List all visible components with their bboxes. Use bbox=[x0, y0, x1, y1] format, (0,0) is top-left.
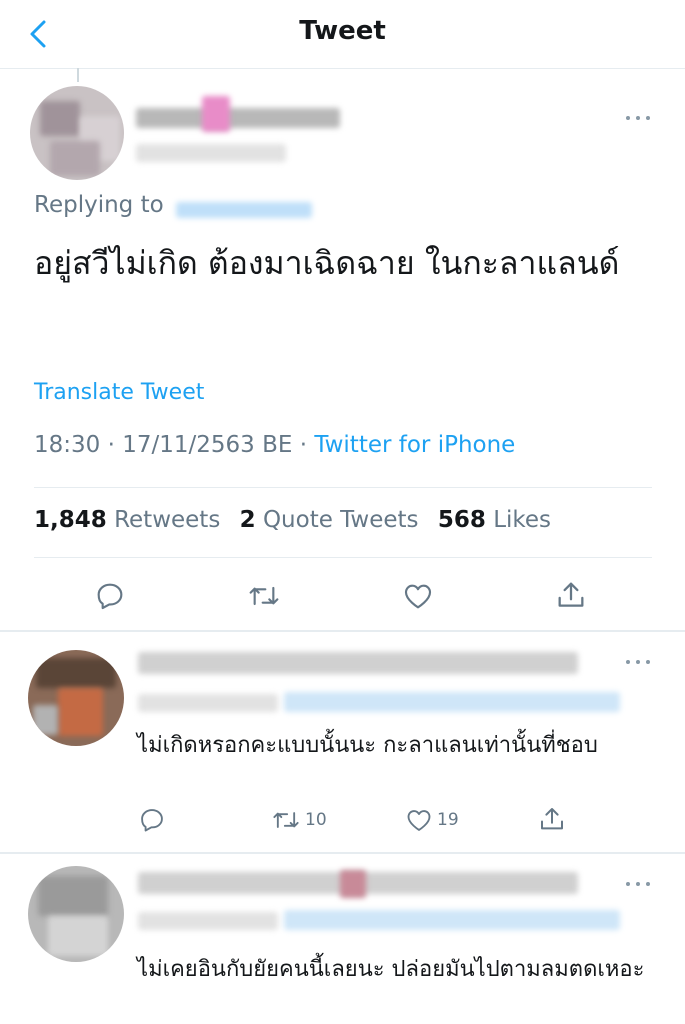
thread-connector bbox=[77, 68, 79, 82]
tweet-source-link[interactable]: Twitter for iPhone bbox=[314, 432, 515, 458]
likes-stat[interactable]: 568 Likes bbox=[438, 507, 551, 533]
retweet-icon bbox=[273, 812, 299, 828]
reply-share-button[interactable] bbox=[537, 804, 567, 834]
tweet-time: 18:30 bbox=[34, 432, 101, 458]
reply-icon bbox=[141, 809, 163, 832]
retweets-label: Retweets bbox=[114, 507, 221, 533]
like-icon bbox=[407, 810, 431, 831]
reply-avatar[interactable] bbox=[28, 650, 124, 746]
reply-avatar[interactable] bbox=[28, 866, 124, 962]
reply-retweet-count: 10 bbox=[305, 810, 327, 830]
reply-more-options-button[interactable] bbox=[624, 876, 654, 892]
reply-more-options-button[interactable] bbox=[624, 654, 654, 670]
retweets-stat[interactable]: 1,848 Retweets bbox=[34, 507, 220, 533]
quote-tweets-count: 2 bbox=[239, 507, 256, 533]
tweet-timestamp: 18:30 · 17/11/2563 BE · Twitter for iPho… bbox=[34, 432, 515, 458]
tweet-stats: 1,848 Retweets 2 Quote Tweets 568 Likes bbox=[34, 507, 563, 533]
likes-label: Likes bbox=[493, 507, 552, 533]
section-divider bbox=[0, 852, 685, 854]
like-button[interactable] bbox=[401, 580, 435, 612]
share-button[interactable] bbox=[554, 578, 588, 612]
tweet-date: 17/11/2563 BE bbox=[122, 432, 293, 458]
retweet-icon bbox=[249, 586, 279, 606]
meta-separator: · bbox=[107, 432, 115, 458]
retweet-button[interactable] bbox=[246, 580, 282, 612]
likes-count: 568 bbox=[437, 507, 486, 533]
reply-retweet-button[interactable]: 10 bbox=[270, 806, 327, 834]
retweets-count: 1,848 bbox=[34, 507, 107, 533]
replying-to: Replying to bbox=[34, 192, 164, 218]
like-icon bbox=[404, 584, 432, 609]
reply-like-count: 19 bbox=[437, 810, 459, 830]
reply-reply-button[interactable] bbox=[138, 806, 166, 834]
reply-text: ไม่เคยอินกับยัยคนนี้เลยนะ ปล่อยมันไปตามล… bbox=[137, 957, 645, 982]
more-options-button[interactable] bbox=[624, 110, 654, 126]
reply-author-redacted[interactable] bbox=[138, 652, 578, 674]
share-icon bbox=[541, 808, 563, 830]
author-avatar[interactable] bbox=[30, 86, 124, 180]
quote-tweets-label: Quote Tweets bbox=[262, 507, 419, 533]
translate-tweet-link[interactable]: Translate Tweet bbox=[34, 380, 204, 405]
meta-separator: · bbox=[299, 432, 308, 458]
quote-tweets-stat[interactable]: 2 Quote Tweets bbox=[240, 507, 419, 533]
divider bbox=[34, 557, 652, 558]
page-title: Tweet bbox=[299, 16, 386, 46]
replied-handle-redacted[interactable] bbox=[176, 202, 312, 218]
replying-to-label: Replying to bbox=[34, 192, 164, 218]
section-divider bbox=[0, 630, 685, 632]
reply-text: ไม่เกิดหรอกคะแบบนั้นนะ กะลาแลนเท่านั้นที… bbox=[137, 733, 598, 758]
reply-like-button[interactable]: 19 bbox=[404, 806, 459, 834]
tweet-text: อยู่สวีไม่เกิด ต้องมาเฉิดฉาย ในกะลาแลนด์ bbox=[34, 244, 620, 282]
divider bbox=[34, 487, 652, 488]
reply-icon bbox=[97, 583, 123, 610]
reply-button[interactable] bbox=[94, 580, 126, 612]
top-bar: Tweet bbox=[0, 0, 685, 69]
author-handle-redacted bbox=[136, 144, 286, 162]
share-icon bbox=[558, 582, 584, 607]
